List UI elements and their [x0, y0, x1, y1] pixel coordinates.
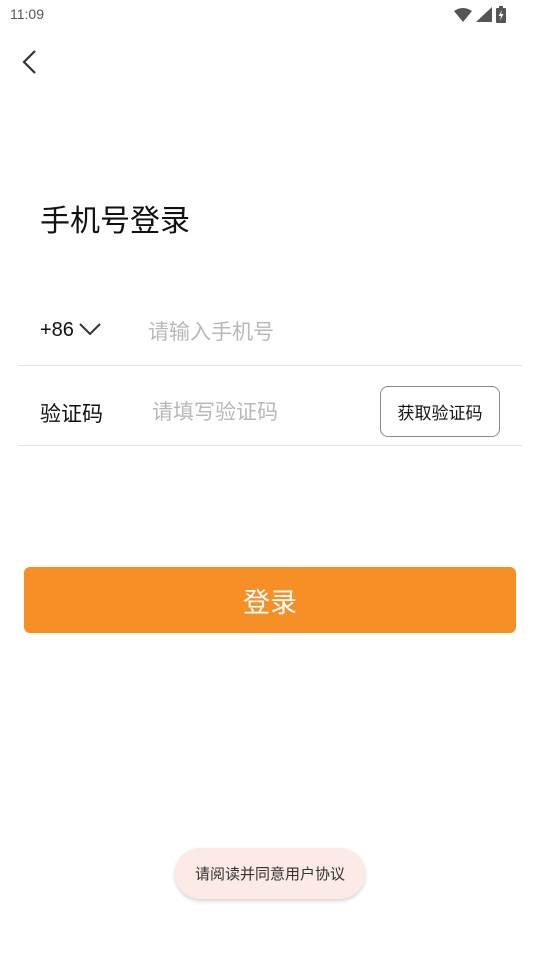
- cellular-signal-icon: [476, 7, 492, 26]
- wifi-icon: [454, 7, 472, 26]
- chevron-down-icon: [78, 321, 102, 341]
- verification-code-label: 验证码: [40, 402, 103, 426]
- battery-charging-icon: [496, 6, 506, 27]
- status-icons: [454, 6, 506, 27]
- phone-number-input[interactable]: [148, 314, 488, 350]
- status-bar: 11:09: [0, 0, 540, 30]
- verification-code-input[interactable]: [152, 394, 372, 430]
- login-button[interactable]: 登录: [24, 567, 516, 633]
- chevron-left-icon: [19, 48, 39, 80]
- back-button[interactable]: [12, 46, 46, 82]
- toast-message: 请阅读并同意用户协议: [175, 848, 365, 899]
- page-title: 手机号登录: [40, 204, 190, 239]
- country-code-selector[interactable]: +86: [40, 319, 102, 342]
- country-code-value: +86: [40, 319, 74, 341]
- status-time: 11:09: [10, 6, 44, 22]
- verification-code-row: 验证码 获取验证码: [18, 366, 522, 446]
- phone-row: +86: [18, 286, 522, 366]
- get-code-button[interactable]: 获取验证码: [380, 386, 500, 437]
